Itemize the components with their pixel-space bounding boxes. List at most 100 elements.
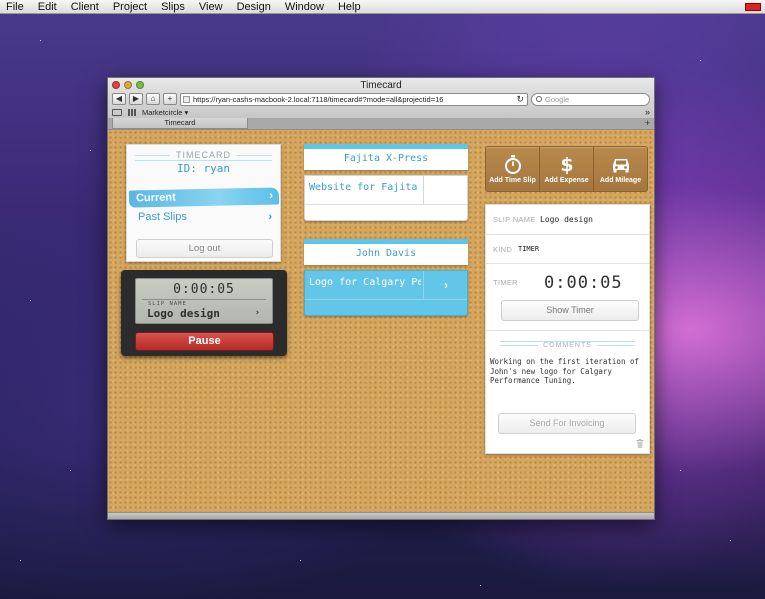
show-timer-button[interactable]: Show Timer — [501, 300, 639, 321]
status-bar — [108, 512, 654, 519]
slip-name-value: Logo design — [540, 215, 593, 224]
add-mileage-label: Add Mileage — [599, 177, 642, 184]
timer-value: 0:00:05 — [544, 273, 623, 293]
url-text: https://ryan-cashs-macbook-2.local:7118/… — [193, 94, 444, 104]
star — [300, 560, 301, 561]
divider — [305, 204, 467, 205]
slip-card[interactable]: Website for Fajita X-Press — [304, 175, 468, 221]
divider — [305, 299, 467, 300]
slip-name: Logo design › — [147, 307, 260, 320]
search-placeholder: Google — [545, 94, 570, 104]
bookmarks-bar: Marketcircle ▾ » — [112, 107, 650, 117]
client-fajita-x-press[interactable]: Fajita X-Press — [304, 144, 468, 170]
add-time-slip-button[interactable]: Add Time Slip — [486, 147, 540, 191]
menu-design[interactable]: Design — [237, 0, 271, 14]
search-icon — [536, 95, 542, 102]
cork-board: TIMECARD ID: ryan Current › Past Slips ›… — [108, 130, 654, 514]
star — [70, 470, 71, 471]
comments-label: COMMENTS — [538, 342, 597, 349]
star — [30, 300, 31, 301]
timecard-header: TIMECARD ID: ryan — [127, 145, 280, 183]
chevron-right-icon: › — [254, 308, 260, 318]
timecard-menu: Current › Past Slips › — [128, 187, 280, 226]
address-bar[interactable]: https://ryan-cashs-macbook-2.local:7118/… — [180, 92, 528, 106]
comments-textarea[interactable]: Working on the first iteration of John's… — [490, 357, 647, 386]
tab-timecard[interactable]: Timecard — [112, 118, 248, 129]
add-expense-label: Add Expense — [544, 177, 589, 184]
star — [90, 150, 91, 151]
top-sites-icon[interactable] — [128, 108, 136, 116]
timecard-panel: TIMECARD ID: ryan Current › Past Slips ›… — [126, 144, 281, 262]
chevron-right-icon[interactable]: » — [645, 107, 650, 117]
chevron-right-icon: › — [269, 189, 274, 202]
svg-text:$: $ — [560, 154, 573, 175]
timer-value: 0:00:05 — [173, 282, 235, 297]
slip-name-row[interactable]: SLIP NAME Logo design — [486, 205, 649, 235]
add-bookmark-button[interactable]: + — [163, 93, 177, 105]
browser-window: Timecard ◀ ▶ ⌂ + https://ryan-cashs-macb… — [107, 77, 655, 520]
chevron-right-icon: › — [268, 211, 272, 223]
timer-display[interactable]: 0:00:05 SLIP NAME Logo design › — [135, 278, 273, 324]
menu-file[interactable]: File — [6, 0, 24, 14]
send-for-invoicing-button[interactable]: Send For Invoicing — [498, 413, 636, 434]
star — [680, 470, 681, 471]
menu-window[interactable]: Window — [285, 0, 324, 14]
reload-icon[interactable]: ↻ — [516, 94, 524, 105]
menu-edit[interactable]: Edit — [38, 0, 57, 14]
trash-icon[interactable] — [636, 439, 644, 448]
star — [20, 560, 21, 561]
kind-label: KIND — [493, 245, 513, 254]
input-flag-icon[interactable] — [745, 3, 761, 11]
slip-title: Logo for Calgary Performance Tuning — [309, 277, 421, 288]
page-icon — [183, 95, 190, 103]
menu-help[interactable]: Help — [338, 0, 361, 14]
divider — [142, 299, 266, 300]
window-title: Timecard — [360, 80, 402, 91]
comments-header: COMMENTS — [486, 338, 649, 350]
menu-client[interactable]: Client — [71, 0, 99, 14]
toolbar: ◀ ▶ ⌂ + https://ryan-cashs-macbook-2.loc… — [112, 92, 650, 106]
tab-bar: Timecard + — [108, 118, 654, 129]
kind-value: TIMER — [518, 245, 540, 253]
star — [730, 540, 731, 541]
menu-project[interactable]: Project — [113, 0, 147, 14]
new-tab-button[interactable]: + — [645, 118, 650, 128]
book-icon[interactable] — [112, 108, 122, 116]
menu-slips[interactable]: Slips — [161, 0, 185, 14]
back-button[interactable]: ◀ — [112, 93, 126, 105]
menu-item-past-slips[interactable]: Past Slips › — [131, 208, 278, 226]
menu-bar: File Edit Client Project Slips View Desi… — [0, 0, 765, 14]
bookmark-marketcircle[interactable]: Marketcircle ▾ — [142, 108, 188, 117]
slip-name-label: SLIP NAME — [493, 215, 536, 224]
dollar-icon: $ — [560, 154, 573, 175]
timer-widget: 0:00:05 SLIP NAME Logo design › Pause — [121, 270, 287, 356]
pause-button[interactable]: Pause — [135, 332, 274, 351]
user-id: ID: ryan — [177, 162, 230, 175]
add-expense-button[interactable]: $ Add Expense — [540, 147, 594, 191]
logout-button[interactable]: Log out — [136, 239, 273, 258]
timecard-title: TIMECARD — [170, 150, 237, 160]
star — [480, 585, 481, 586]
add-mileage-button[interactable]: Add Mileage — [594, 147, 647, 191]
add-toolbar: Add Time Slip $ Add Expense Add Mileage — [485, 146, 648, 192]
window-titlebar: Timecard ◀ ▶ ⌂ + https://ryan-cashs-macb… — [108, 78, 654, 130]
add-time-slip-label: Add Time Slip — [489, 177, 536, 184]
kind-row[interactable]: KIND TIMER — [486, 235, 649, 264]
slip-title: Website for Fajita X-Press — [309, 182, 421, 193]
menu-item-current[interactable]: Current › — [128, 187, 280, 208]
star — [40, 40, 41, 41]
forward-button[interactable]: ▶ — [129, 93, 143, 105]
chevron-right-icon[interactable]: › — [423, 271, 468, 299]
menu-view[interactable]: View — [199, 0, 223, 14]
slip-detail-panel: SLIP NAME Logo design KIND TIMER TIMER 0… — [485, 204, 650, 454]
past-slips-label: Past Slips — [138, 211, 187, 223]
home-button[interactable]: ⌂ — [146, 93, 160, 105]
car-icon — [612, 159, 629, 173]
slip-arrow[interactable] — [423, 176, 468, 204]
slip-card-active[interactable]: Logo for Calgary Performance Tuning › — [304, 270, 468, 316]
client-john-davis[interactable]: John Davis — [304, 239, 468, 265]
search-input[interactable]: Google — [531, 92, 650, 106]
stopwatch-icon — [504, 155, 521, 174]
current-label: Current — [135, 191, 176, 205]
timer-label: TIMER — [493, 278, 518, 287]
